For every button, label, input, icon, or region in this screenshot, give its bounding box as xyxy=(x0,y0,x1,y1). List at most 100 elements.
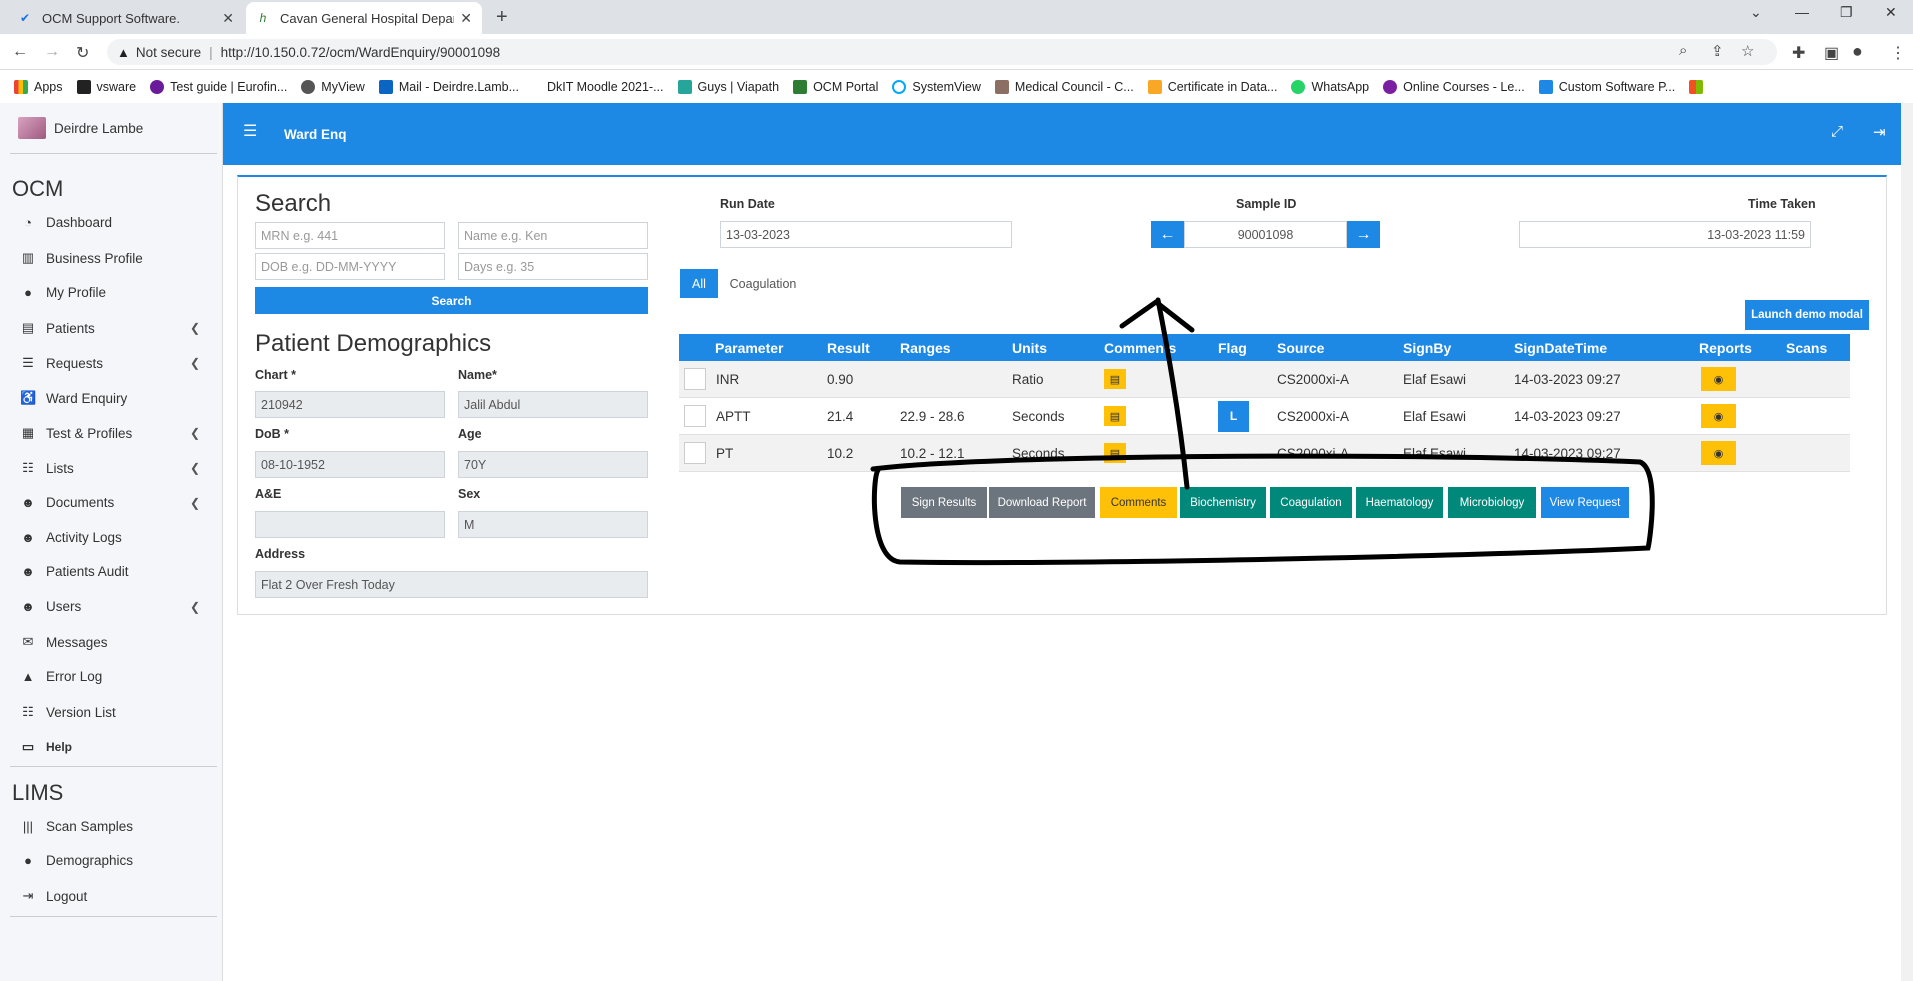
run-date-input[interactable]: 13-03-2023 xyxy=(720,221,1012,248)
fullscreen-icon[interactable]: ⤢ xyxy=(1831,123,1843,140)
bookmark-item[interactable]: Guys | Viapath xyxy=(677,79,779,94)
sample-id-input[interactable]: 90001098 xyxy=(1184,221,1347,248)
launch-demo-modal-button[interactable]: Launch demo modal xyxy=(1745,300,1869,330)
sidebar-item-demographics[interactable]: ● Demographics xyxy=(20,853,200,868)
bookmark-item[interactable]: Custom Software P... xyxy=(1538,79,1675,94)
bookmark-item[interactable]: Mail - Deirdre.Lamb... xyxy=(378,79,519,94)
url-text: http://10.150.0.72/ocm/WardEnquiry/90001… xyxy=(220,44,501,60)
bookmark-item[interactable]: SystemView xyxy=(892,79,981,94)
back-icon[interactable]: ← xyxy=(12,43,28,61)
biochemistry-button[interactable]: Biochemistry xyxy=(1180,487,1266,518)
signout-icon[interactable]: ⇥ xyxy=(1873,123,1886,141)
haematology-button[interactable]: Haematology xyxy=(1356,487,1443,518)
view-report-eye-icon[interactable]: ◉ xyxy=(1701,404,1736,428)
omnibox[interactable]: ▲ Not secure | http://10.150.0.72/ocm/Wa… xyxy=(107,39,1777,65)
bookmark-item[interactable]: MyView xyxy=(301,79,365,94)
row-checkbox[interactable] xyxy=(684,368,706,390)
restore-icon[interactable]: ❐ xyxy=(1840,4,1853,21)
previous-sample-button[interactable]: ← xyxy=(1151,221,1184,248)
zoom-icon[interactable]: ⌕ xyxy=(1679,42,1687,59)
patient-name-field[interactable]: Jalil Abdul xyxy=(458,391,648,418)
close-tab-icon[interactable]: ✕ xyxy=(460,10,472,27)
bookmark-star-icon[interactable]: ☆ xyxy=(1741,42,1754,60)
sidebar-item-lists[interactable]: ☷ Lists ❮ xyxy=(20,460,200,476)
chart-field[interactable]: 210942 xyxy=(255,391,445,418)
view-report-eye-icon[interactable]: ◉ xyxy=(1701,441,1736,465)
row-checkbox[interactable] xyxy=(684,405,706,427)
sidebar-item-my-profile[interactable]: ● My Profile xyxy=(20,285,200,300)
side-panel-icon[interactable]: ▣ xyxy=(1824,43,1839,63)
sidebar-item-ward-enquiry[interactable]: ♿ Ward Enquiry xyxy=(20,390,200,406)
table-row[interactable]: INR 0.90 Ratio ▤ CS2000xi-A Elaf Esawi 1… xyxy=(679,361,1850,398)
browser-tab-cavan[interactable]: h Cavan General Hospital Departm ✕ xyxy=(246,2,482,34)
name-input[interactable]: Name e.g. Ken xyxy=(458,222,648,249)
bookmark-item[interactable]: Online Courses - Le... xyxy=(1383,79,1525,94)
ae-field[interactable] xyxy=(255,511,445,538)
browser-tab-ocm-support[interactable]: ✔ OCM Support Software. ✕ xyxy=(8,2,244,34)
sex-field[interactable]: M xyxy=(458,511,648,538)
row-checkbox[interactable] xyxy=(684,442,706,464)
microbiology-button[interactable]: Microbiology xyxy=(1448,487,1536,518)
menu-dots-icon[interactable]: ⋮ xyxy=(1890,43,1906,63)
next-sample-button[interactable]: → xyxy=(1347,221,1380,248)
dob-field[interactable]: 08-10-1952 xyxy=(255,451,445,478)
view-request-button[interactable]: View Request xyxy=(1541,487,1629,518)
sidebar-item-business-profile[interactable]: ▥ Business Profile xyxy=(20,250,200,266)
tab-search-chevron-icon[interactable]: ⌄ xyxy=(1750,4,1762,21)
share-icon[interactable]: ⇪ xyxy=(1711,42,1724,60)
dob-input[interactable]: DOB e.g. DD-MM-YYYY xyxy=(255,253,445,280)
new-tab-icon[interactable]: + xyxy=(496,6,508,29)
bookmark-item[interactable] xyxy=(1689,79,1709,94)
table-row[interactable]: PT 10.2 10.2 - 12.1 Seconds ▤ CS2000xi-A… xyxy=(679,435,1850,472)
view-report-eye-icon[interactable]: ◉ xyxy=(1701,367,1736,391)
sign-results-button[interactable]: Sign Results xyxy=(901,487,987,518)
time-taken-input[interactable]: 13-03-2023 11:59 xyxy=(1519,221,1811,248)
comment-icon[interactable]: ▤ xyxy=(1104,443,1126,463)
bookmark-item[interactable]: DkIT Moodle 2021-... xyxy=(547,80,664,94)
sidebar-item-test-profiles[interactable]: ▦ Test & Profiles ❮ xyxy=(20,425,200,441)
tab-coagulation[interactable]: Coagulation xyxy=(723,269,803,298)
mrn-input[interactable]: MRN e.g. 441 xyxy=(255,222,445,249)
minimize-icon[interactable]: — xyxy=(1795,4,1809,20)
days-input[interactable]: Days e.g. 35 xyxy=(458,253,648,280)
bookmark-item[interactable]: vsware xyxy=(76,79,136,94)
hamburger-menu-icon[interactable]: ☰ xyxy=(243,121,257,141)
comment-icon[interactable]: ▤ xyxy=(1104,369,1126,389)
forward-icon[interactable]: → xyxy=(44,43,60,61)
bookmark-item[interactable]: Test guide | Eurofin... xyxy=(150,79,287,94)
comment-icon[interactable]: ▤ xyxy=(1104,406,1126,426)
sidebar-item-messages[interactable]: ✉ Messages xyxy=(20,634,200,650)
sidebar-user[interactable]: Deirdre Lambe xyxy=(18,117,143,139)
sidebar-item-patients-audit[interactable]: ☻ Patients Audit xyxy=(20,564,200,579)
sidebar-item-activity-logs[interactable]: ☻ Activity Logs xyxy=(20,530,200,545)
sidebar-item-dashboard[interactable]: ◔ Dashboard xyxy=(20,215,200,230)
reload-icon[interactable]: ↻ xyxy=(76,43,89,63)
page-scrollbar[interactable] xyxy=(1901,103,1913,981)
sidebar-item-scan-samples[interactable]: ||| Scan Samples xyxy=(20,819,200,834)
bookmark-item[interactable]: OCM Portal xyxy=(793,79,878,94)
window-close-icon[interactable]: ✕ xyxy=(1885,4,1897,21)
age-field[interactable]: 70Y xyxy=(458,451,648,478)
table-row[interactable]: APTT 21.4 22.9 - 28.6 Seconds ▤ L CS2000… xyxy=(679,398,1850,435)
close-tab-icon[interactable]: ✕ xyxy=(222,10,234,27)
sidebar-item-help[interactable]: ▭ Help xyxy=(20,739,200,755)
extensions-icon[interactable]: ✚ xyxy=(1792,43,1805,63)
sidebar-item-error-log[interactable]: ▲ Error Log xyxy=(20,669,200,684)
tab-all[interactable]: All xyxy=(680,269,718,298)
bookmark-item[interactable]: Apps xyxy=(14,79,63,94)
sidebar-item-patients[interactable]: ▤ Patients ❮ xyxy=(20,320,200,336)
comments-button[interactable]: Comments xyxy=(1100,487,1177,518)
search-button[interactable]: Search xyxy=(255,287,648,314)
bookmark-item[interactable]: Medical Council - C... xyxy=(994,79,1134,94)
download-report-button[interactable]: Download Report xyxy=(989,487,1095,518)
coagulation-button[interactable]: Coagulation xyxy=(1270,487,1352,518)
sidebar-item-version-list[interactable]: ☷ Version List xyxy=(20,704,200,720)
address-field[interactable]: Flat 2 Over Fresh Today xyxy=(255,571,648,598)
sidebar-item-logout[interactable]: ⇥ Logout xyxy=(20,888,200,904)
sidebar-item-documents[interactable]: ☻ Documents ❮ xyxy=(20,495,200,510)
sidebar-item-requests[interactable]: ☰ Requests ❮ xyxy=(20,355,200,371)
bookmark-item[interactable]: Certificate in Data... xyxy=(1147,79,1277,94)
profile-icon[interactable]: ● xyxy=(1852,41,1863,62)
sidebar-item-users[interactable]: ☻ Users ❮ xyxy=(20,599,200,614)
bookmark-item[interactable]: WhatsApp xyxy=(1291,79,1369,94)
